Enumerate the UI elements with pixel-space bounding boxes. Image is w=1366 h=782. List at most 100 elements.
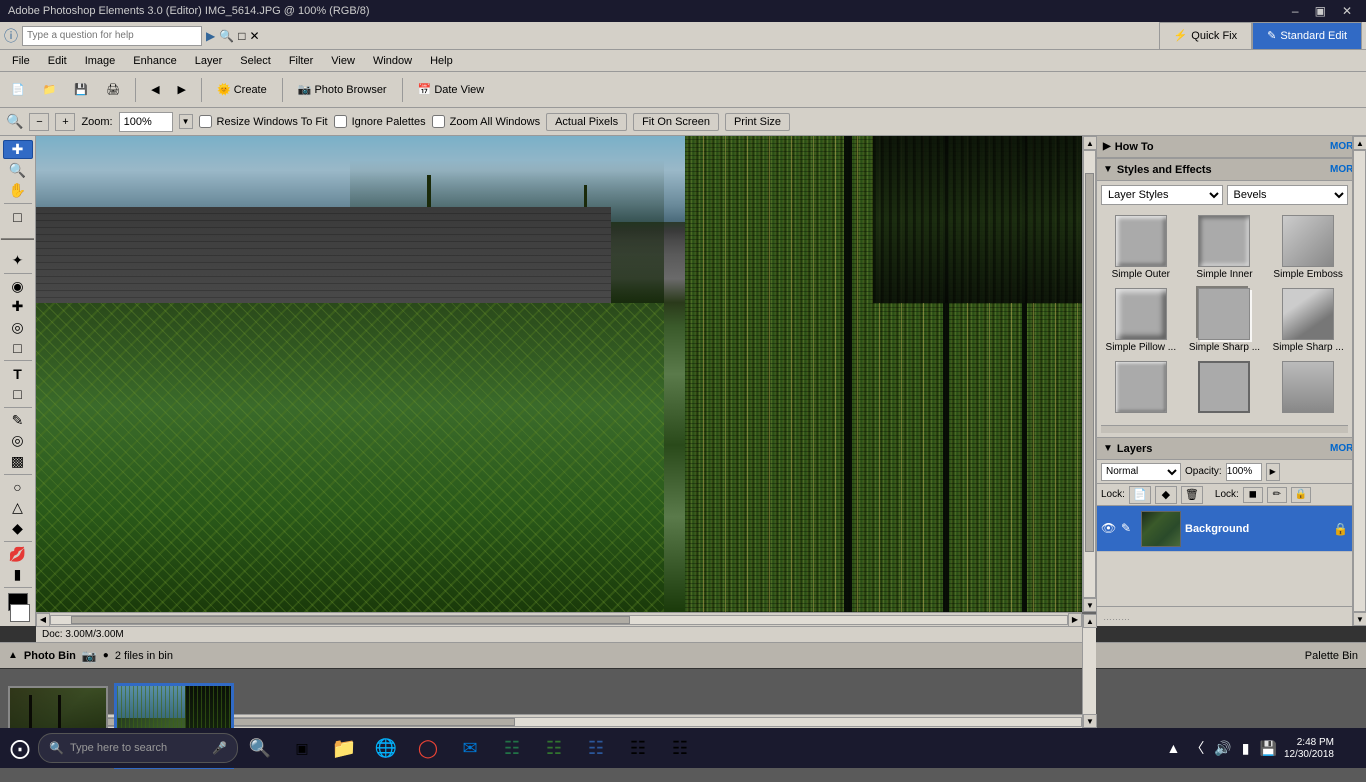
dodge-tool[interactable]: △: [3, 498, 33, 517]
tray-network-icon[interactable]: 〈: [1187, 738, 1207, 758]
style-row3c[interactable]: [1268, 359, 1348, 417]
microphone-icon[interactable]: 🎤: [212, 741, 227, 755]
taskbar-word-icon[interactable]: ☷: [576, 729, 616, 767]
style-simple-sharp2[interactable]: Simple Sharp ...: [1268, 286, 1348, 355]
new-file-btn[interactable]: 📄: [4, 79, 32, 100]
menu-help[interactable]: Help: [422, 53, 461, 69]
menu-view[interactable]: View: [323, 53, 363, 69]
style-simple-emboss[interactable]: Simple Emboss: [1268, 213, 1348, 282]
menu-image[interactable]: Image: [77, 53, 124, 69]
red-eye-tool[interactable]: ◉: [3, 277, 33, 296]
menu-edit[interactable]: Edit: [40, 53, 75, 69]
menu-layer[interactable]: Layer: [187, 53, 231, 69]
zoom-input[interactable]: [119, 112, 173, 132]
tray-expand-btn[interactable]: ▲: [1163, 740, 1183, 756]
styles-collapse-btn[interactable]: ▼: [1103, 164, 1113, 175]
styles-subcategory-select[interactable]: Bevels Drop Shadows Glow: [1227, 185, 1349, 205]
notification-btn[interactable]: [1338, 729, 1358, 767]
open-file-btn[interactable]: 📁: [36, 79, 64, 100]
restore-panel-btn[interactable]: □: [238, 29, 245, 43]
style-simple-pillow[interactable]: Simple Pillow ...: [1101, 286, 1181, 355]
tray-volume-icon[interactable]: 🔊: [1211, 740, 1234, 757]
style-simple-sharp1[interactable]: Simple Sharp ...: [1185, 286, 1265, 355]
zoom-minus-btn[interactable]: −: [29, 113, 49, 131]
taskbar-excel-icon[interactable]: ☷: [492, 729, 532, 767]
scroll-up-btn[interactable]: ▲: [1083, 136, 1096, 150]
lock-all-btn[interactable]: 🔒: [1291, 487, 1311, 503]
taskbar-outlook-icon[interactable]: ✉: [450, 729, 490, 767]
panel-scroll-down-btn[interactable]: ▼: [1353, 612, 1366, 626]
tray-battery-icon[interactable]: ▮: [1239, 740, 1253, 757]
browser-back-btn[interactable]: ◀: [144, 79, 166, 100]
selection-tool[interactable]: □: [3, 207, 33, 226]
blur-tool[interactable]: ○: [3, 477, 33, 496]
tray-dropbox-icon[interactable]: 💾: [1257, 740, 1280, 757]
resize-handle[interactable]: [1101, 425, 1348, 433]
zoom-all-label[interactable]: Zoom All Windows: [432, 115, 540, 128]
layer-visibility-icon[interactable]: 👁: [1101, 521, 1117, 537]
new-layer-btn[interactable]: 📄: [1129, 486, 1151, 504]
menu-enhance[interactable]: Enhance: [125, 53, 184, 69]
zoom-dropdown-arrow[interactable]: ▼: [179, 114, 193, 129]
ignore-palettes-checkbox[interactable]: [334, 115, 347, 128]
menu-select[interactable]: Select: [232, 53, 279, 69]
close-btn[interactable]: ✕: [1336, 4, 1358, 18]
actual-pixels-btn[interactable]: Actual Pixels: [546, 113, 627, 131]
quick-fix-btn[interactable]: ⚡ Quick Fix: [1159, 22, 1253, 50]
taskbar-clock[interactable]: 2:48 PM 12/30/2018: [1284, 737, 1334, 760]
lock-pixels-btn[interactable]: ✏: [1267, 487, 1287, 503]
help-search-input[interactable]: [22, 26, 202, 46]
search-bar[interactable]: 🔍 Type here to search 🎤: [38, 733, 238, 763]
magic-wand-tool[interactable]: ✦: [3, 250, 33, 269]
styles-category-select[interactable]: Layer Styles Filters Effects: [1101, 185, 1223, 205]
scroll-h-thumb[interactable]: [71, 616, 630, 624]
scroll-left-btn[interactable]: ◀: [36, 613, 50, 627]
delete-layer-btn[interactable]: 🗑: [1181, 486, 1203, 504]
gradient-tool[interactable]: ▩: [3, 451, 33, 470]
taskbar-edge-icon[interactable]: 🌐: [366, 729, 406, 767]
opacity-arrow-btn[interactable]: ▶: [1266, 463, 1280, 481]
close-panel-btn[interactable]: ✕: [249, 29, 259, 43]
style-simple-inner[interactable]: Simple Inner: [1185, 213, 1265, 282]
taskbar-project-icon[interactable]: ☷: [534, 729, 574, 767]
minimize-btn[interactable]: ‒: [1286, 4, 1305, 18]
blend-mode-select[interactable]: Normal Multiply Screen: [1101, 463, 1181, 481]
taskbar-app1-icon[interactable]: ☷: [618, 729, 658, 767]
layer-row-background[interactable]: 👁 ✎ Background 🔒: [1097, 506, 1352, 552]
fit-on-screen-btn[interactable]: Fit On Screen: [633, 113, 719, 131]
style-simple-outer[interactable]: Simple Outer: [1101, 213, 1181, 282]
resize-windows-checkbox[interactable]: [199, 115, 212, 128]
layers-collapse-btn[interactable]: ▼: [1103, 443, 1113, 454]
date-view-btn[interactable]: 📅 Date View: [411, 79, 492, 100]
scroll-v-thumb[interactable]: [1085, 173, 1094, 552]
clone-tool[interactable]: ◎: [3, 317, 33, 336]
browser-forward-btn[interactable]: ▶: [171, 79, 193, 100]
ignore-palettes-label[interactable]: Ignore Palettes: [334, 115, 426, 128]
panel-scroll-up-btn[interactable]: ▲: [1353, 136, 1366, 150]
palette-bin-btn[interactable]: Palette Bin: [1305, 650, 1358, 662]
help-icon[interactable]: ⓘ: [4, 26, 18, 46]
background-color[interactable]: [10, 604, 30, 622]
restore-btn[interactable]: ▣: [1309, 4, 1332, 18]
resize-windows-label[interactable]: Resize Windows To Fit: [199, 115, 328, 128]
style-row3a[interactable]: [1101, 359, 1181, 417]
heal-tool[interactable]: ✚: [3, 297, 33, 316]
adjustment-layer-btn[interactable]: ◆: [1155, 486, 1177, 504]
taskbar-chrome-icon[interactable]: ◯: [408, 729, 448, 767]
opacity-input[interactable]: [1226, 463, 1262, 481]
film-vscroll-down-btn[interactable]: ▼: [1083, 714, 1097, 728]
print-size-btn[interactable]: Print Size: [725, 113, 790, 131]
lock-transparent-btn[interactable]: ◼: [1243, 487, 1263, 503]
style-row3b[interactable]: [1185, 359, 1265, 417]
menu-window[interactable]: Window: [365, 53, 420, 69]
standard-edit-btn[interactable]: ✎ Standard Edit: [1252, 22, 1362, 50]
hand-tool[interactable]: ✋: [3, 181, 33, 200]
eyedropper-tool[interactable]: 💋: [3, 544, 33, 563]
photo-browser-btn[interactable]: 📷 Photo Browser: [291, 79, 394, 100]
taskbar-app2-icon[interactable]: ☷: [660, 729, 700, 767]
lasso-tool[interactable]: ⸻: [3, 227, 33, 249]
save-file-btn[interactable]: 💾: [67, 79, 95, 100]
canvas-image[interactable]: [36, 136, 1082, 612]
paint-bucket-tool[interactable]: ◎: [3, 431, 33, 450]
taskbar-explorer-icon[interactable]: 📁: [324, 729, 364, 767]
